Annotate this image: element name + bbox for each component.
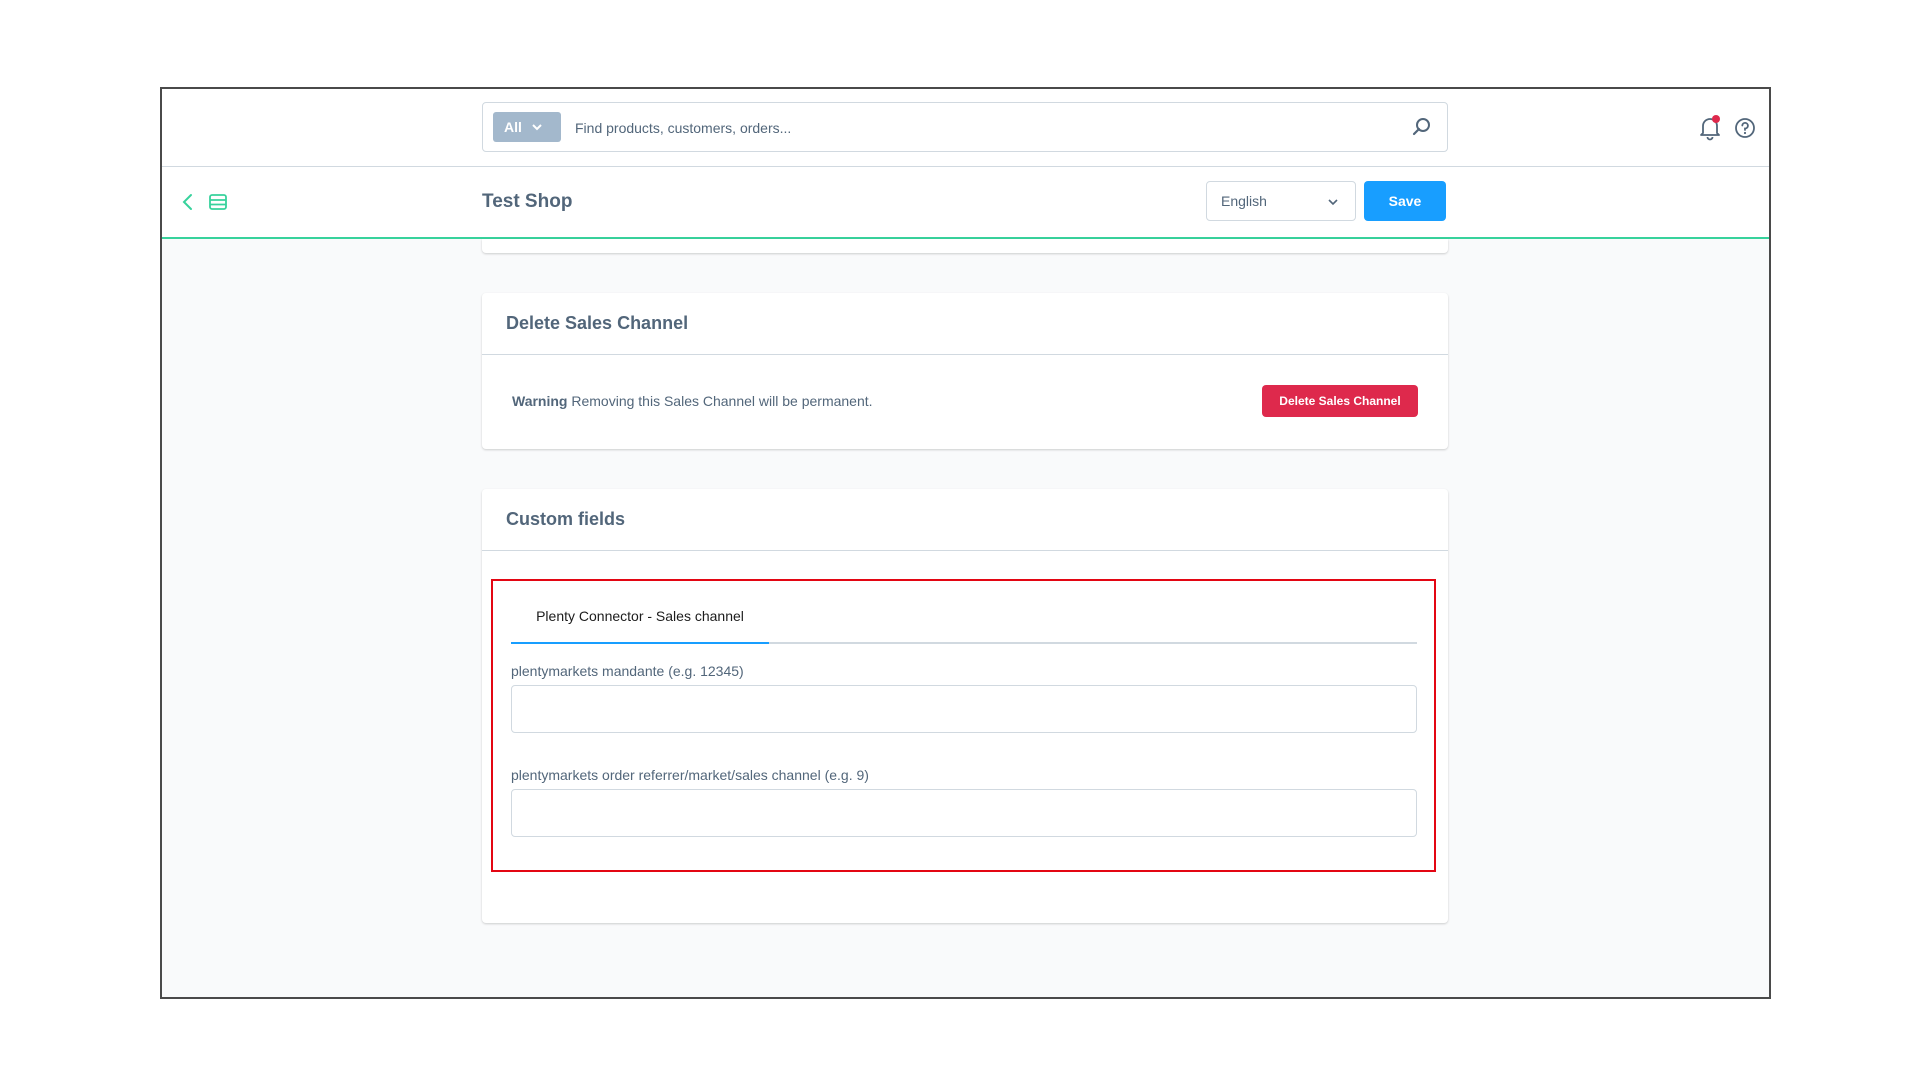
- warning-label: Warning: [512, 393, 568, 409]
- card-body: Warning Removing this Sales Channel will…: [482, 355, 1448, 449]
- search-icon[interactable]: [1411, 116, 1433, 138]
- custom-field-set-tabs: Plenty Connector - Sales channel: [511, 589, 1417, 644]
- chevron-down-icon: [532, 124, 542, 131]
- mandante-input[interactable]: [511, 685, 1417, 733]
- card-title: Delete Sales Channel: [482, 293, 1448, 355]
- warning-text: Removing this Sales Channel will be perm…: [571, 393, 873, 409]
- field-label-order-referrer: plentymarkets order referrer/market/sale…: [511, 767, 869, 783]
- language-select-value: English: [1221, 193, 1267, 209]
- notification-badge: [1712, 115, 1720, 123]
- previous-card-bottom: [482, 239, 1448, 253]
- tab-plenty-connector[interactable]: Plenty Connector - Sales channel: [511, 589, 769, 644]
- chevron-down-icon: [1328, 199, 1338, 206]
- warning-message: Warning Removing this Sales Channel will…: [512, 393, 873, 409]
- field-label-mandante: plentymarkets mandante (e.g. 12345): [511, 663, 744, 679]
- search-type-label: All: [504, 119, 522, 135]
- card-title: Custom fields: [482, 489, 1448, 551]
- page-title: Test Shop: [482, 191, 573, 212]
- custom-fields-card: Custom fields Plenty Connector - Sales c…: [482, 489, 1448, 923]
- back-icon[interactable]: [180, 191, 196, 213]
- save-button[interactable]: Save: [1364, 181, 1446, 221]
- delete-sales-channel-button[interactable]: Delete Sales Channel: [1262, 385, 1418, 417]
- search-type-dropdown[interactable]: All: [493, 112, 561, 142]
- language-select[interactable]: English: [1206, 181, 1356, 221]
- order-referrer-input[interactable]: [511, 789, 1417, 837]
- delete-sales-channel-card: Delete Sales Channel Warning Removing th…: [482, 293, 1448, 449]
- global-search: All: [482, 102, 1448, 152]
- top-bar: All: [162, 89, 1769, 167]
- app-window: All Test Shop English Save Delete Sales …: [160, 87, 1771, 999]
- list-icon[interactable]: [208, 191, 228, 213]
- smart-bar: Test Shop English Save: [162, 167, 1769, 239]
- help-icon[interactable]: [1734, 117, 1756, 139]
- search-input[interactable]: [575, 113, 1395, 143]
